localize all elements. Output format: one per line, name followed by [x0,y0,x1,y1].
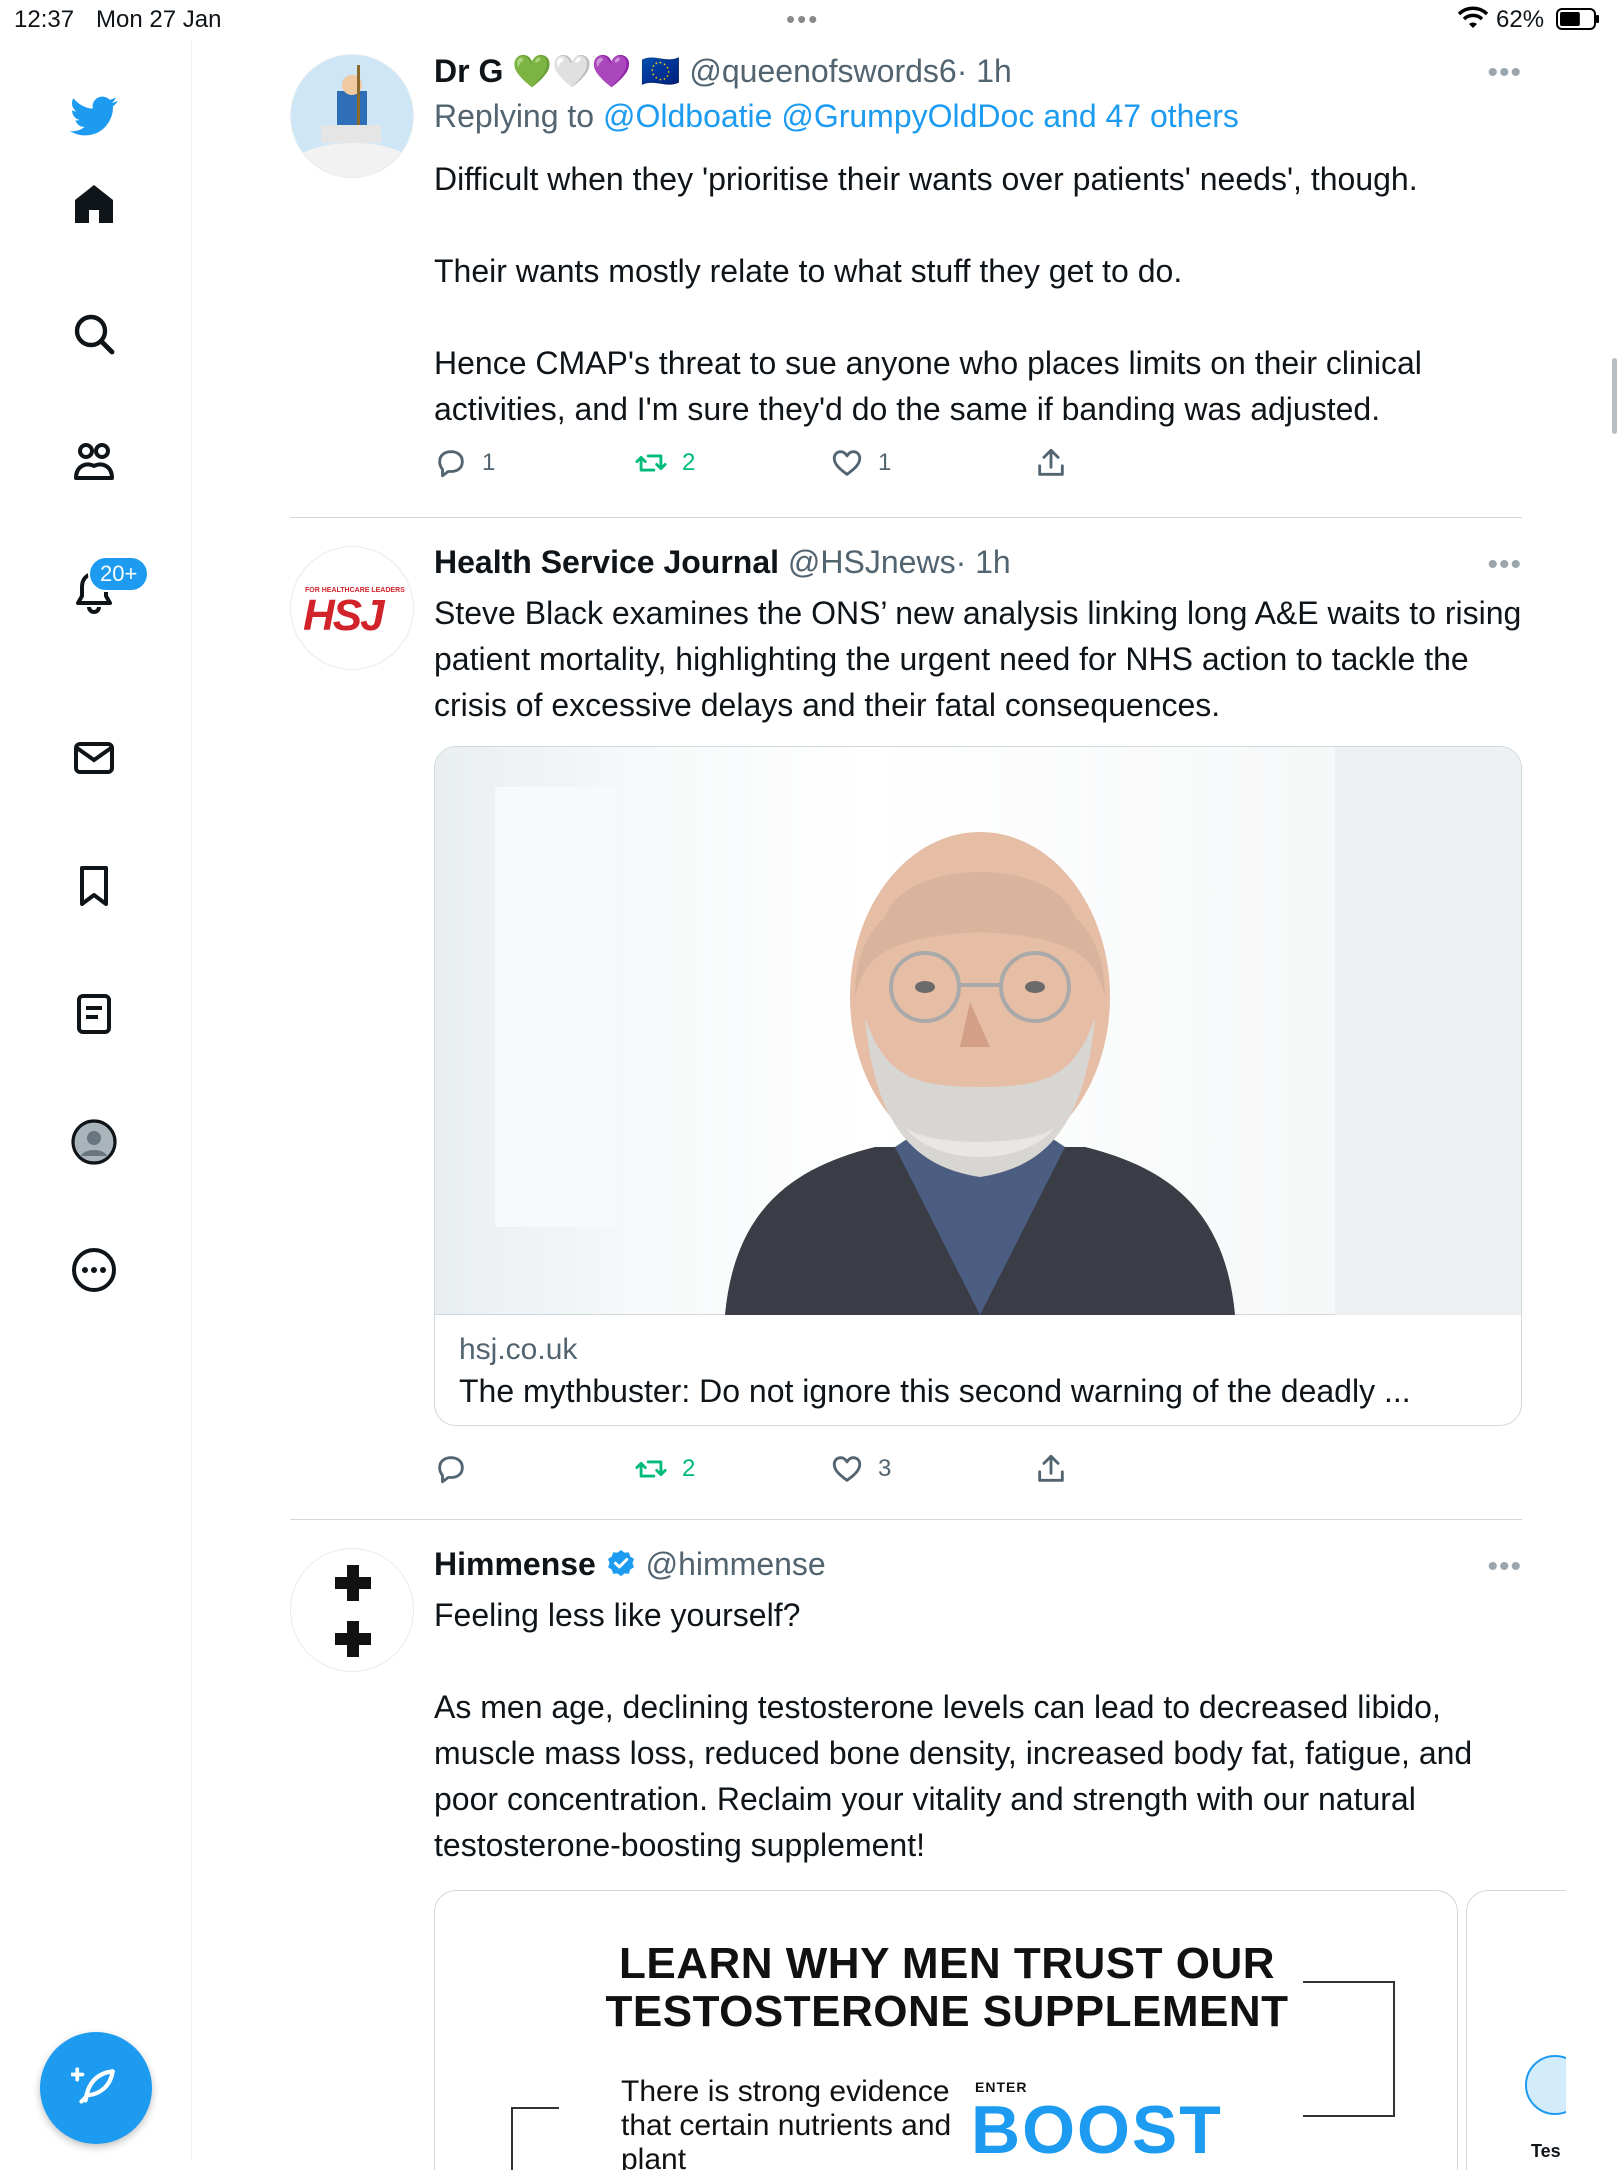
tweet-header: Himmense @himmense [434,1546,826,1583]
tweet-header: Health Service Journal @HSJnews· 1h [434,544,1011,581]
battery-icon [1556,8,1599,30]
verified-badge-icon [607,1550,634,1577]
retweet-icon [635,1460,667,1478]
avatar[interactable]: FOR HEALTHCARE LEADERS HSJ [290,546,414,670]
handle[interactable]: @HSJnews [788,544,956,580]
status-date: Mon 27 Jan [96,6,222,33]
status-bar: 12:37 Mon 27 Jan ••• 62% [0,0,1620,40]
compose-tweet-button[interactable] [40,2032,152,2144]
tweet-more-button[interactable]: ••• [1487,56,1522,90]
bookmarks-icon[interactable] [66,858,122,914]
more-options-icon[interactable] [66,1242,122,1298]
status-time: 12:37 [14,6,75,33]
like-button[interactable]: 1 [830,446,891,480]
reply-button[interactable] [434,1452,482,1486]
hsj-logo: HSJ [303,591,385,640]
reply-count: 1 [482,449,496,476]
ad-bracket-decoration [511,2107,559,2170]
tweet-paragraph: Steve Black examines the ONS’ new analys… [434,595,1522,723]
himmense-logo [335,1565,371,1657]
handle[interactable]: @himmense [646,1546,826,1582]
ad-boost-label: BOOST [971,2092,1223,2168]
tweet-divider [290,1519,1522,1520]
retweet-button[interactable]: 2 [634,1452,695,1486]
tweet-paragraph: Feeling less like yourself? [434,1597,801,1633]
tweet[interactable]: FOR HEALTHCARE LEADERS HSJ Health Servic… [290,544,1522,1494]
communities-icon[interactable] [66,434,122,490]
eu-flag-emoji: 🇪🇺 [640,53,681,89]
scrollbar-thumb[interactable] [1612,358,1617,434]
tweet-text: Feeling less like yourself? As men age, … [434,1592,1522,1868]
reply-icon [438,450,464,478]
avatar[interactable] [290,54,414,178]
wifi-icon [1458,6,1488,28]
compose-feather-icon [71,2067,115,2104]
ad-card-2-text: Tes [1531,2141,1561,2161]
like-button[interactable]: 3 [830,1452,891,1486]
messages-icon[interactable] [66,730,122,786]
handle[interactable]: @queenofswords6 [689,53,956,89]
heart-icon [832,450,862,476]
like-count: 1 [878,449,892,476]
lists-icon[interactable] [66,986,122,1042]
display-name[interactable]: Himmense [434,1546,596,1582]
replying-to-label: Replying to [434,98,595,134]
portrait-image [495,747,1521,1315]
ad-media-card-2[interactable]: Tes [1466,1890,1566,2170]
card-title: The mythbuster: Do not ignore this secon… [459,1373,1411,1409]
share-button[interactable] [1034,446,1082,480]
timestamp[interactable]: · 1h [957,53,1012,89]
card-domain: hsj.co.uk [459,1333,578,1366]
tweet-actions: 2 3 [434,1452,1114,1492]
tweet-more-button[interactable]: ••• [1487,548,1522,582]
retweet-count: 2 [682,1455,696,1482]
notifications-badge: 20+ [88,556,150,592]
share-icon [1038,1454,1064,1482]
tweet-actions: 1 2 1 [434,446,1114,486]
share-icon [1038,448,1064,476]
ad-circle-graphic [1525,2055,1566,2115]
link-card[interactable]: hsj.co.uk The mythbuster: Do not ignore … [434,746,1522,1426]
ad-media-card[interactable]: LEARN WHY MEN TRUST OUR TESTOSTERONE SUP… [434,1890,1458,2170]
like-count: 3 [878,1455,892,1482]
display-name[interactable]: Dr G [434,53,503,89]
sidebar-nav: 20+ [0,40,192,2160]
tweet[interactable]: Himmense @himmense ••• Feeling less like… [290,1546,1566,2170]
home-icon[interactable] [66,176,122,232]
emoji-hearts: 💚🤍💜 [512,53,632,89]
replying-to: Replying to @Oldboatie @GrumpyOldDoc and… [434,98,1239,135]
replying-to-links[interactable]: @Oldboatie @GrumpyOldDoc and 47 others [603,98,1239,134]
tweet-text: Steve Black examines the ONS’ new analys… [434,590,1522,728]
tweet-more-button[interactable]: ••• [1487,1550,1522,1584]
search-icon[interactable] [66,306,122,362]
tweet-divider [290,517,1522,518]
timestamp[interactable]: · 1h [956,544,1011,580]
share-button[interactable] [1034,1452,1082,1486]
avatar[interactable] [290,1548,414,1672]
reply-button[interactable]: 1 [434,446,495,480]
tweet[interactable]: Dr G 💚🤍💜 🇪🇺 @queenofswords6· 1h ••• Repl… [290,52,1522,492]
ad-body-text: There is strong evidence that certain nu… [621,2075,952,2170]
ad-bracket-decoration [1303,1981,1395,2117]
article-photo [435,747,1521,1315]
tweet-header: Dr G 💚🤍💜 🇪🇺 @queenofswords6· 1h [434,52,1012,90]
tweet-paragraph: As men age, declining testosterone level… [434,1689,1473,1863]
retweet-icon [635,454,667,472]
heart-icon [832,1456,862,1482]
display-name[interactable]: Health Service Journal [434,544,779,580]
profile-avatar-icon[interactable] [66,1114,122,1170]
tweet-text: Difficult when they 'prioritise their wa… [434,156,1522,432]
tweet-paragraph: Their wants mostly relate to what stuff … [434,253,1183,289]
tweet-paragraph: Hence CMAP's threat to sue anyone who pl… [434,345,1422,427]
reply-icon [438,1456,464,1484]
multitasking-dots[interactable]: ••• [786,4,819,35]
twitter-logo-icon[interactable] [66,88,122,144]
retweet-button[interactable]: 2 [634,446,695,480]
tweet-paragraph: Difficult when they 'prioritise their wa… [434,161,1418,197]
battery-percent: 62% [1496,6,1545,33]
retweet-count: 2 [682,449,696,476]
